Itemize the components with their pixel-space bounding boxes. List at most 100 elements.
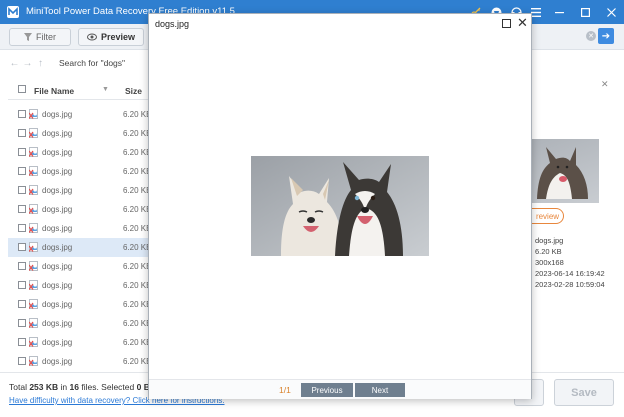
row-filename: dogs.jpg (42, 224, 73, 233)
table-row[interactable]: dogs.jpg 6.20 KB (8, 333, 154, 352)
row-checkbox[interactable] (18, 300, 26, 308)
table-row[interactable]: dogs.jpg 6.20 KB (8, 219, 154, 238)
image-file-icon (29, 337, 38, 347)
filter-label: Filter (36, 32, 56, 42)
dialog-footer: 1/1 Previous Next (149, 379, 531, 399)
row-checkbox[interactable] (18, 129, 26, 137)
table-row[interactable]: dogs.jpg 6.20 KB (8, 295, 154, 314)
column-header-name[interactable]: File Name (34, 86, 74, 96)
forward-arrow-icon[interactable]: → (21, 58, 34, 69)
file-count: 16 (69, 382, 79, 392)
row-checkbox[interactable] (18, 110, 26, 118)
up-arrow-icon[interactable]: ↑ (34, 58, 47, 69)
row-checkbox[interactable] (18, 357, 26, 365)
details-thumbnail (532, 139, 599, 203)
filter-button[interactable]: Filter (9, 28, 71, 46)
details-close-icon[interactable]: ✕ (601, 79, 609, 90)
row-filename: dogs.jpg (42, 129, 73, 138)
table-row[interactable]: dogs.jpg 6.20 KB (8, 105, 154, 124)
image-file-icon (29, 318, 38, 328)
details-preview-button[interactable]: review (532, 208, 564, 224)
image-file-icon (29, 223, 38, 233)
row-filename: dogs.jpg (42, 186, 73, 195)
previous-button[interactable]: Previous (301, 383, 353, 397)
image-file-icon (29, 356, 38, 366)
preview-label: Preview (100, 32, 136, 42)
image-file-icon (29, 242, 38, 252)
page-counter: 1/1 (279, 385, 291, 395)
close-button[interactable] (598, 0, 624, 24)
row-checkbox[interactable] (18, 319, 26, 327)
row-checkbox[interactable] (18, 262, 26, 270)
search-path-label: Search for "dogs" (59, 58, 126, 68)
details-size: 6.20 KB (535, 247, 562, 256)
select-all-checkbox[interactable] (18, 85, 26, 93)
row-checkbox[interactable] (18, 148, 26, 156)
row-checkbox[interactable] (18, 243, 26, 251)
preview-dialog: dogs.jpg ✕ 1/1 Previous Next (148, 13, 532, 399)
details-panel: ✕ review dogs.jpg 6.20 KB 300x168 2023-0… (531, 76, 615, 372)
image-file-icon (29, 280, 38, 290)
minimize-button[interactable] (546, 0, 572, 24)
table-row[interactable]: dogs.jpg 6.20 KB (8, 143, 154, 162)
total-size: 253 KB (29, 382, 59, 392)
row-checkbox[interactable] (18, 205, 26, 213)
table-row[interactable]: dogs.jpg 6.20 KB (8, 238, 154, 257)
row-filename: dogs.jpg (42, 319, 73, 328)
eye-icon (86, 33, 97, 41)
row-checkbox[interactable] (18, 167, 26, 175)
dialog-close-button[interactable]: ✕ (517, 15, 528, 31)
dialog-maximize-button[interactable] (502, 19, 511, 28)
image-file-icon (29, 204, 38, 214)
table-row[interactable]: dogs.jpg 6.20 KB (8, 257, 154, 276)
row-checkbox[interactable] (18, 338, 26, 346)
row-filename: dogs.jpg (42, 338, 73, 347)
file-list: dogs.jpg 6.20 KB dogs.jpg 6.20 KB dogs.jpg 6.… (8, 105, 154, 367)
table-row[interactable]: dogs.jpg 6.20 KB (8, 124, 154, 143)
table-row[interactable]: dogs.jpg 6.20 KB (8, 314, 154, 333)
row-checkbox[interactable] (18, 186, 26, 194)
row-checkbox[interactable] (18, 281, 26, 289)
status-summary: Total 253 KB in 16 files. Selected 0 Byt… (9, 382, 167, 392)
preview-button[interactable]: Preview (78, 28, 144, 46)
table-row[interactable]: dogs.jpg 6.20 KB (8, 200, 154, 219)
file-list-header: File Name ▼ Size (8, 80, 154, 100)
table-row[interactable]: dogs.jpg 6.20 KB (8, 352, 154, 367)
row-filename: dogs.jpg (42, 110, 73, 119)
table-row[interactable]: dogs.jpg 6.20 KB (8, 181, 154, 200)
image-file-icon (29, 109, 38, 119)
table-row[interactable]: dogs.jpg 6.20 KB (8, 276, 154, 295)
image-file-icon (29, 261, 38, 271)
details-filename: dogs.jpg (535, 236, 564, 245)
filter-icon (24, 33, 32, 41)
search-go-button[interactable]: ➔ (598, 28, 614, 44)
row-filename: dogs.jpg (42, 148, 73, 157)
next-button[interactable]: Next (355, 383, 405, 397)
table-row[interactable]: dogs.jpg 6.20 KB (8, 162, 154, 181)
row-filename: dogs.jpg (42, 243, 73, 252)
save-button[interactable]: Save (554, 379, 614, 406)
row-filename: dogs.jpg (42, 262, 73, 271)
preview-image (251, 156, 429, 256)
row-filename: dogs.jpg (42, 357, 73, 366)
dialog-title: dogs.jpg (155, 19, 190, 29)
back-arrow-icon[interactable]: ← (8, 58, 21, 69)
row-filename: dogs.jpg (42, 281, 73, 290)
details-dimensions: 300x168 (535, 258, 564, 267)
row-checkbox[interactable] (18, 224, 26, 232)
image-file-icon (29, 147, 38, 157)
clear-search-icon[interactable]: ✕ (586, 31, 596, 41)
image-file-icon (29, 128, 38, 138)
details-created-date: 2023-06-14 16:19:42 (535, 269, 605, 278)
row-filename: dogs.jpg (42, 205, 73, 214)
row-filename: dogs.jpg (42, 300, 73, 309)
row-filename: dogs.jpg (42, 167, 73, 176)
maximize-button[interactable] (572, 0, 598, 24)
image-file-icon (29, 166, 38, 176)
sort-chevron-icon[interactable]: ▼ (102, 86, 109, 93)
image-file-icon (29, 299, 38, 309)
navigation-bar: ← → ↑ Search for "dogs" (8, 54, 158, 72)
column-header-size[interactable]: Size (125, 86, 142, 96)
image-file-icon (29, 185, 38, 195)
details-modified-date: 2023-02-28 10:59:04 (535, 280, 605, 289)
